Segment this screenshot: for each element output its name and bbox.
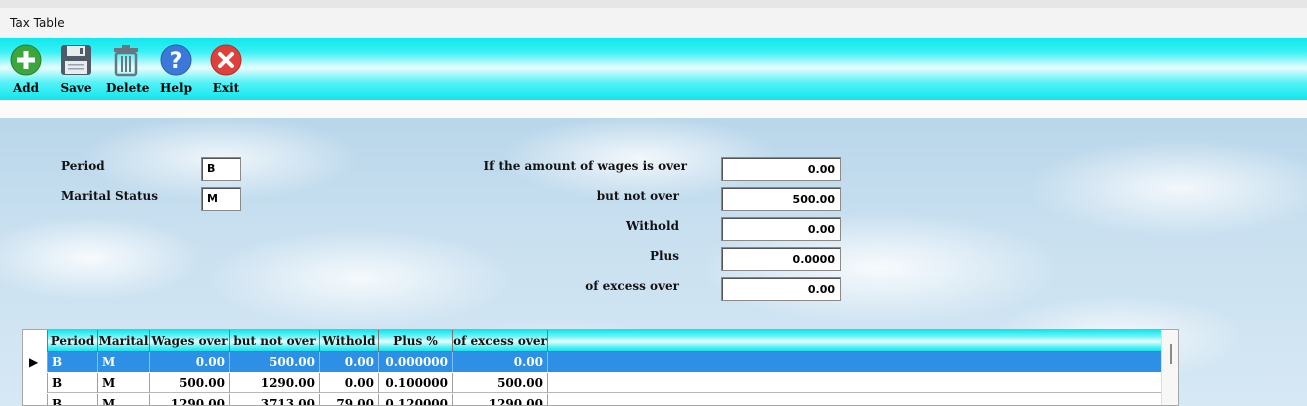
- withold-field[interactable]: 0.00: [721, 217, 841, 241]
- column-header-plus-percent[interactable]: Plus %: [379, 330, 453, 352]
- column-header-withold[interactable]: Withold: [320, 330, 379, 352]
- wages-over-label: If the amount of wages is over: [483, 159, 687, 173]
- cell-withold[interactable]: 0.00: [320, 373, 379, 393]
- cell-plus[interactable]: 0.000000: [379, 352, 453, 372]
- plus-field[interactable]: 0.0000: [721, 247, 841, 271]
- column-header-period[interactable]: Period: [48, 330, 98, 352]
- cell-period[interactable]: B: [48, 394, 98, 405]
- withold-label: Withold: [625, 219, 679, 233]
- trash-can-icon: [114, 45, 138, 77]
- exit-button[interactable]: Exit: [208, 43, 244, 99]
- row-indicator: [23, 373, 48, 393]
- cell-not-over[interactable]: 500.00: [230, 352, 320, 372]
- toolbar: Add Save Delete ? Help Exit: [0, 38, 1307, 100]
- plus-circle-icon: [10, 44, 42, 76]
- cell-excess-over[interactable]: 500.00: [453, 373, 548, 393]
- row-filler: [548, 352, 1161, 372]
- table-row[interactable]: B M 1290.00 3713.00 79.00 0.120000 1290.…: [23, 394, 1161, 405]
- cell-marital[interactable]: M: [98, 352, 150, 372]
- table-row[interactable]: ▶ B M 0.00 500.00 0.00 0.000000 0.00: [23, 352, 1161, 372]
- question-circle-icon: ?: [160, 44, 192, 76]
- column-header-not-over[interactable]: but not over: [230, 330, 320, 352]
- grid-vertical-scrollbar[interactable]: [1161, 330, 1178, 405]
- floppy-disk-icon: [61, 45, 91, 75]
- not-over-label: but not over: [596, 189, 679, 203]
- cell-wages-over[interactable]: 500.00: [150, 373, 230, 393]
- row-pointer-icon: ▶: [23, 352, 48, 372]
- add-button[interactable]: Add: [8, 43, 44, 99]
- grid-header: Period Marital Wages over but not over W…: [23, 330, 1161, 352]
- window-top-strip: [0, 0, 1307, 8]
- not-over-field[interactable]: 500.00: [721, 187, 841, 211]
- x-circle-icon: [210, 44, 242, 76]
- plus-label: Plus: [649, 249, 679, 263]
- toolbar-separator: [0, 100, 1307, 118]
- column-header-wages-over[interactable]: Wages over: [150, 330, 230, 352]
- period-field[interactable]: B: [201, 157, 241, 181]
- help-label: Help: [160, 81, 192, 95]
- scrollbar-thumb[interactable]: [1170, 344, 1172, 364]
- excess-over-field[interactable]: 0.00: [721, 277, 841, 301]
- wages-over-field[interactable]: 0.00: [721, 157, 841, 181]
- svg-text:?: ?: [170, 49, 183, 74]
- table-row[interactable]: B M 500.00 1290.00 0.00 0.100000 500.00: [23, 373, 1161, 393]
- cell-plus[interactable]: 0.120000: [379, 394, 453, 405]
- cell-period[interactable]: B: [48, 373, 98, 393]
- cell-not-over[interactable]: 1290.00: [230, 373, 320, 393]
- exit-label: Exit: [212, 81, 240, 95]
- cell-withold[interactable]: 0.00: [320, 352, 379, 372]
- cell-excess-over[interactable]: 0.00: [453, 352, 548, 372]
- window-title: Tax Table: [0, 8, 1307, 38]
- cell-marital[interactable]: M: [98, 373, 150, 393]
- excess-over-label: of excess over: [585, 279, 679, 293]
- cell-excess-over[interactable]: 1290.00: [453, 394, 548, 405]
- row-indicator-header: [23, 330, 48, 352]
- marital-status-label: Marital Status: [61, 189, 159, 203]
- cell-wages-over[interactable]: 1290.00: [150, 394, 230, 405]
- cell-plus[interactable]: 0.100000: [379, 373, 453, 393]
- save-label: Save: [60, 81, 92, 95]
- add-label: Add: [12, 81, 40, 95]
- period-label: Period: [61, 159, 105, 173]
- help-button[interactable]: ? Help: [158, 43, 194, 99]
- tax-table-grid[interactable]: Period Marital Wages over but not over W…: [22, 329, 1179, 406]
- cell-withold[interactable]: 79.00: [320, 394, 379, 405]
- cell-not-over[interactable]: 3713.00: [230, 394, 320, 405]
- column-header-marital[interactable]: Marital: [98, 330, 150, 352]
- cell-marital[interactable]: M: [98, 394, 150, 405]
- delete-label: Delete: [106, 81, 150, 95]
- marital-status-field[interactable]: M: [201, 187, 241, 211]
- cell-period[interactable]: B: [48, 352, 98, 372]
- cell-wages-over[interactable]: 0.00: [150, 352, 230, 372]
- column-header-excess-over[interactable]: of excess over: [453, 330, 548, 352]
- row-indicator: [23, 394, 48, 405]
- save-button[interactable]: Save: [58, 43, 94, 99]
- delete-button[interactable]: Delete: [106, 43, 150, 99]
